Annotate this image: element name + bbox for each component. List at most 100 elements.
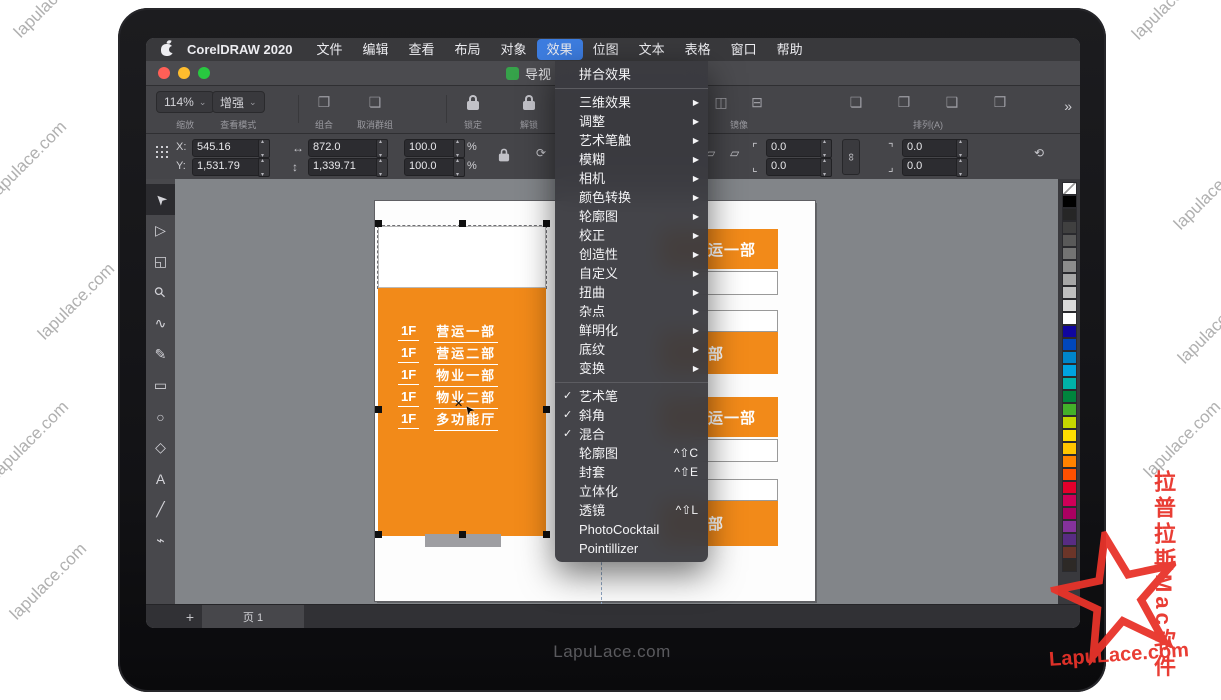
effects-menu-item[interactable]: ✓斜角: [555, 406, 708, 425]
effects-menu-item[interactable]: 调整▶: [555, 112, 708, 131]
selection-handle[interactable]: [459, 531, 466, 538]
text-tool[interactable]: A: [146, 463, 175, 494]
app-title[interactable]: CorelDRAW 2020: [177, 42, 302, 57]
page-tab[interactable]: 页 1: [202, 605, 304, 628]
palette-swatch[interactable]: [1062, 442, 1077, 455]
corner-stepper-4[interactable]: [956, 158, 968, 177]
skew-vertical-icon[interactable]: ▱: [730, 146, 739, 160]
width-field[interactable]: 872.0: [308, 139, 382, 157]
effects-menu-item[interactable]: 透镜^⇧L: [555, 501, 708, 520]
palette-swatch[interactable]: [1062, 247, 1077, 260]
group-button[interactable]: ❐: [309, 91, 339, 113]
effects-menu-item[interactable]: ✓艺术笔: [555, 387, 708, 406]
scale-lock-icon[interactable]: [499, 154, 509, 162]
effects-menu-item[interactable]: 校正▶: [555, 226, 708, 245]
lock-button[interactable]: [458, 91, 488, 113]
width-stepper[interactable]: [376, 139, 388, 158]
palette-swatch[interactable]: [1062, 286, 1077, 299]
effects-menu-item[interactable]: 底纹▶: [555, 340, 708, 359]
pick-tool[interactable]: ➤: [146, 184, 175, 215]
effects-menu-item[interactable]: 模糊▶: [555, 150, 708, 169]
selection-handle[interactable]: [459, 220, 466, 227]
effects-menu-item[interactable]: 立体化: [555, 482, 708, 501]
corner-radius-field-2[interactable]: 0.0: [766, 158, 826, 176]
rotate-icon[interactable]: ⟳: [536, 146, 546, 160]
menubar-item-9[interactable]: 表格: [675, 39, 721, 60]
selection-handle[interactable]: [543, 220, 550, 227]
y-position-field[interactable]: 1,531.79: [192, 158, 264, 176]
forward-one-button[interactable]: ❑: [937, 91, 967, 113]
selection-handle[interactable]: [375, 531, 382, 538]
palette-swatch[interactable]: [1062, 338, 1077, 351]
palette-swatch[interactable]: [1062, 429, 1077, 442]
menubar-item-8[interactable]: 文本: [629, 39, 675, 60]
effects-menu-item[interactable]: 创造性▶: [555, 245, 708, 264]
rectangle-tool[interactable]: ▭: [146, 370, 175, 401]
palette-swatch[interactable]: [1062, 455, 1077, 468]
palette-swatch[interactable]: [1062, 377, 1077, 390]
link-corners-button[interactable]: ∞: [842, 139, 860, 175]
selection-handle[interactable]: [375, 406, 382, 413]
minimize-window-button[interactable]: [178, 67, 190, 79]
to-back-button[interactable]: ❐: [889, 91, 919, 113]
palette-swatch[interactable]: [1062, 195, 1077, 208]
menubar-item-4[interactable]: 布局: [445, 39, 491, 60]
x-position-field[interactable]: 545.16: [192, 139, 264, 157]
palette-swatch[interactable]: [1062, 403, 1077, 416]
effects-menu-item[interactable]: 拼合效果: [555, 65, 708, 84]
freehand-tool[interactable]: ∿: [146, 308, 175, 339]
effects-menu-item[interactable]: 杂点▶: [555, 302, 708, 321]
selection-handle[interactable]: [543, 531, 550, 538]
fullscreen-window-button[interactable]: [198, 67, 210, 79]
effects-menu-item[interactable]: 相机▶: [555, 169, 708, 188]
selection-handle[interactable]: [543, 406, 550, 413]
effects-menu-item[interactable]: 封套^⇧E: [555, 463, 708, 482]
palette-swatch[interactable]: [1062, 221, 1077, 234]
effects-menu-item[interactable]: 三维效果▶: [555, 93, 708, 112]
palette-swatch[interactable]: [1062, 390, 1077, 403]
scale-y-field[interactable]: 100.0: [404, 158, 460, 176]
corner-radius-field-1[interactable]: 0.0: [766, 139, 826, 157]
y-stepper[interactable]: [258, 158, 270, 177]
shape-tool[interactable]: ▷: [146, 215, 175, 246]
palette-swatch[interactable]: [1062, 351, 1077, 364]
add-page-button[interactable]: +: [178, 605, 202, 628]
selection-handle[interactable]: [375, 220, 382, 227]
artistic-media-tool[interactable]: ✎: [146, 339, 175, 370]
height-stepper[interactable]: [376, 158, 388, 177]
menubar-item-2[interactable]: 编辑: [353, 39, 399, 60]
effects-menu-item[interactable]: 变换▶: [555, 359, 708, 378]
effects-menu-item[interactable]: 艺术笔触▶: [555, 131, 708, 150]
palette-swatch[interactable]: [1062, 273, 1077, 286]
unlock-button[interactable]: [514, 91, 544, 113]
corner-stepper-2[interactable]: [820, 158, 832, 177]
polygon-tool[interactable]: ◇: [146, 432, 175, 463]
palette-swatch[interactable]: [1062, 416, 1077, 429]
palette-swatch[interactable]: [1062, 312, 1077, 325]
palette-swatch[interactable]: [1062, 182, 1077, 195]
effects-menu-item[interactable]: 轮廓图▶: [555, 207, 708, 226]
relative-corner-icon[interactable]: ⟲: [1034, 146, 1044, 160]
corner-stepper-1[interactable]: [820, 139, 832, 158]
menubar-item-6[interactable]: 效果: [537, 39, 583, 60]
apple-menu-icon[interactable]: [161, 44, 173, 56]
close-window-button[interactable]: [158, 67, 170, 79]
effects-menu-item[interactable]: 扭曲▶: [555, 283, 708, 302]
corner-radius-field-4[interactable]: 0.0: [902, 158, 962, 176]
back-one-button[interactable]: ❒: [985, 91, 1015, 113]
mirror-horizontal-button[interactable]: ◫: [706, 91, 736, 113]
effects-menu-item[interactable]: 颜色转换▶: [555, 188, 708, 207]
object-position-grid-icon[interactable]: [156, 146, 168, 158]
scale-x-stepper[interactable]: [453, 139, 465, 158]
line-tool[interactable]: ╱: [146, 494, 175, 525]
ungroup-button[interactable]: ❏: [360, 91, 390, 113]
effects-menu-item[interactable]: PhotoCocktail: [555, 520, 708, 539]
crop-tool[interactable]: ◱: [146, 246, 175, 277]
x-stepper[interactable]: [258, 139, 270, 158]
scale-y-stepper[interactable]: [453, 158, 465, 177]
sign-header-box[interactable]: [378, 226, 546, 288]
toolbar-overflow-button[interactable]: »: [1064, 98, 1072, 114]
menubar-item-1[interactable]: 文件: [306, 39, 352, 60]
palette-swatch[interactable]: [1062, 299, 1077, 312]
effects-menu-item[interactable]: ✓混合: [555, 425, 708, 444]
